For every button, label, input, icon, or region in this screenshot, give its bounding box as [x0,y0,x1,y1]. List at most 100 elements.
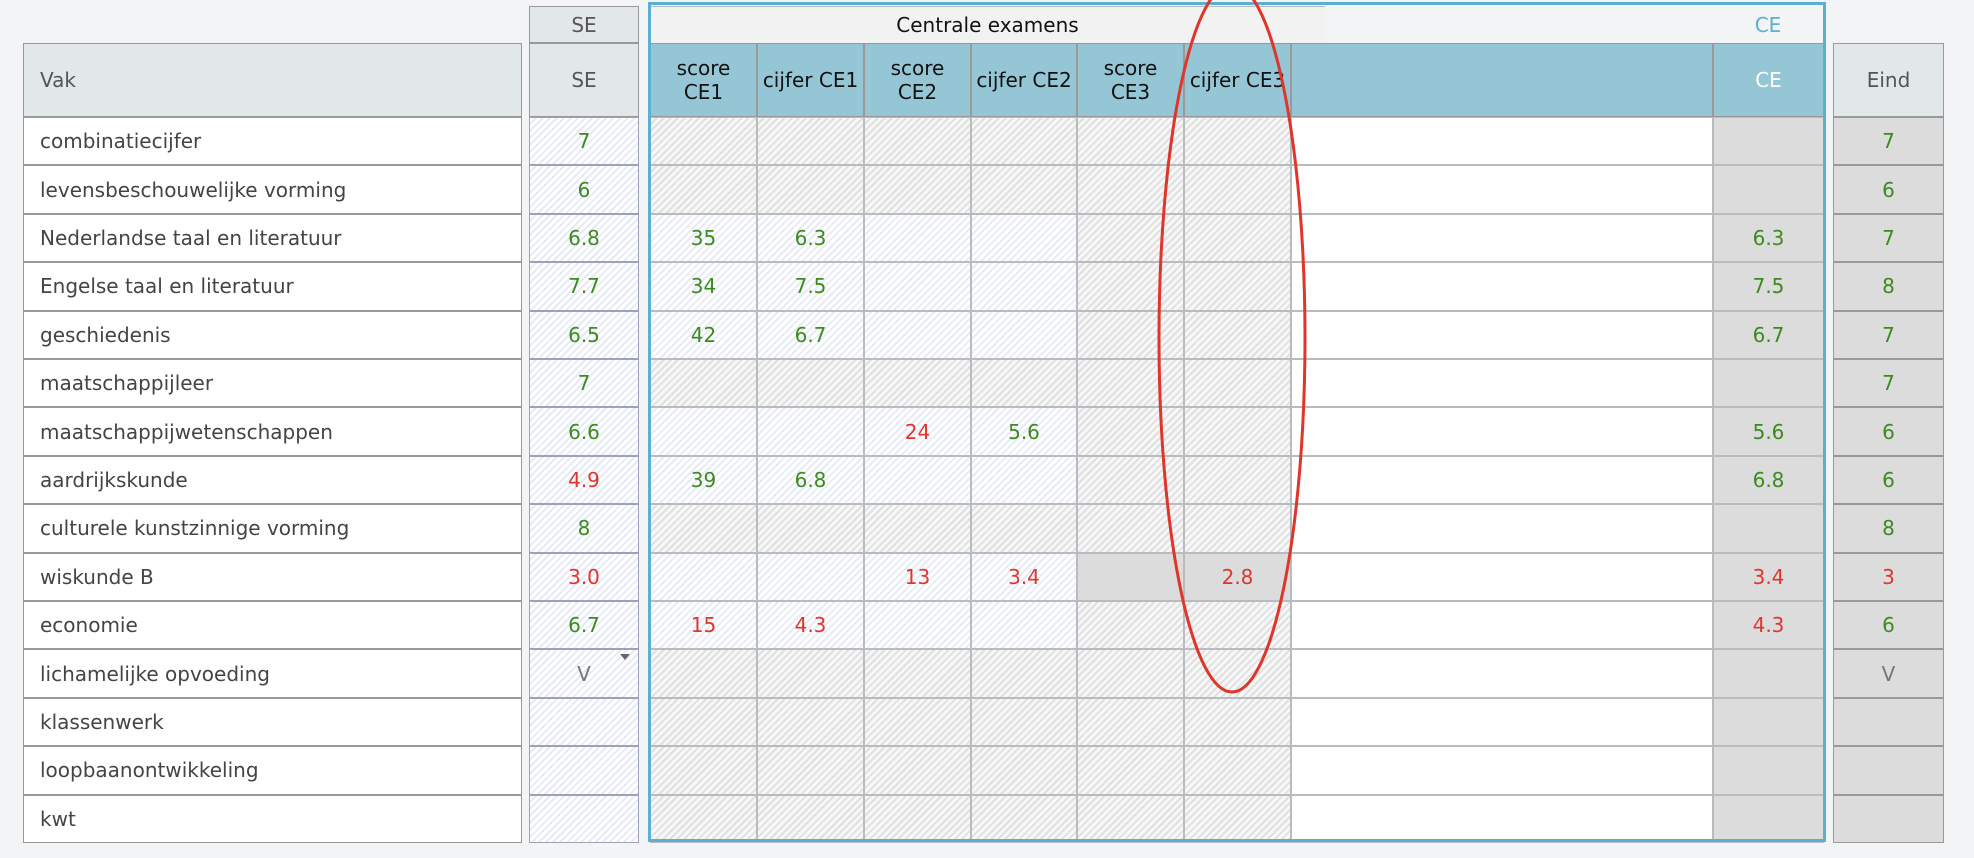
score-ce1-cell[interactable]: 39 [650,455,757,505]
centrale-examens-header: Centrale examens [650,6,1325,43]
se-header[interactable]: SE [529,43,639,117]
cijfer-ce2-header[interactable]: cijfer CE2 [971,43,1077,117]
ce-result-cell [1713,649,1824,698]
se-grade-cell[interactable]: 7 [529,359,639,408]
score-ce1-cell[interactable] [650,552,757,601]
eind-grade-cell: 8 [1833,504,1944,553]
score-ce1-cell[interactable]: 42 [650,310,757,359]
cijfer-ce3-cell [1184,262,1291,311]
blank-cell [1291,552,1713,601]
cijfer-ce1-cell [757,504,864,553]
cijfer-ce3-cell [1184,310,1291,359]
cijfer-ce1-cell[interactable] [757,407,864,456]
ce-result-cell: 3.4 [1713,552,1824,601]
score-ce2-cell [864,697,971,747]
se-grade-cell[interactable]: V [529,649,639,698]
se-grade-cell[interactable]: 6.6 [529,407,639,456]
eind-header[interactable]: Eind [1833,43,1944,117]
score-ce2-cell[interactable] [864,310,971,359]
score-ce3-cell [1077,649,1184,698]
cijfer-ce1-cell [757,117,864,166]
se-grade-cell[interactable]: 4.9 [529,455,639,505]
score-ce2-cell [864,359,971,408]
se-grade-cell[interactable]: 6.8 [529,213,639,263]
score-ce2-cell [864,746,971,795]
cijfer-ce1-cell[interactable]: 6.3 [757,213,864,263]
cijfer-ce3-cell[interactable]: 2.8 [1184,552,1291,601]
score-ce1-cell[interactable]: 34 [650,262,757,311]
vak-cell: lichamelijke opvoeding [23,649,522,698]
eind-grade-cell: 8 [1833,262,1944,311]
se-grade-cell[interactable] [529,697,639,747]
score-ce2-cell [864,504,971,553]
score-ce2-cell[interactable]: 13 [864,552,971,601]
score-ce1-header[interactable]: score CE1 [650,43,757,117]
score-ce1-cell[interactable] [650,407,757,456]
vak-cell: wiskunde B [23,552,522,601]
cijfer-ce2-cell[interactable] [971,601,1077,650]
score-ce3-cell [1077,262,1184,311]
score-ce3-cell [1077,407,1184,456]
cijfer-ce2-cell[interactable] [971,213,1077,263]
eind-grade-cell: 6 [1833,455,1944,505]
score-ce2-cell[interactable] [864,262,971,311]
score-ce3-cell [1077,697,1184,747]
cijfer-ce2-cell [971,117,1077,166]
eind-grade-cell: 7 [1833,213,1944,263]
eind-grade-cell: 3 [1833,552,1944,601]
se-grade-cell[interactable]: 6 [529,165,639,214]
se-grade-cell[interactable]: 7.7 [529,262,639,311]
score-ce2-cell[interactable]: 24 [864,407,971,456]
cijfer-ce3-cell [1184,746,1291,795]
cijfer-ce2-cell[interactable] [971,262,1077,311]
se-grade-cell[interactable]: 6.5 [529,310,639,359]
cijfer-ce3-cell [1184,213,1291,263]
cijfer-ce3-cell [1184,697,1291,747]
se-grade-cell[interactable]: 7 [529,117,639,166]
cijfer-ce2-cell[interactable] [971,455,1077,505]
score-ce3-header[interactable]: score CE3 [1077,43,1184,117]
score-ce1-cell[interactable]: 15 [650,601,757,650]
cijfer-ce1-cell[interactable]: 4.3 [757,601,864,650]
blank-cell [1291,794,1713,843]
score-ce2-cell [864,117,971,166]
score-ce1-cell[interactable]: 35 [650,213,757,263]
score-ce2-cell[interactable] [864,601,971,650]
score-ce2-cell[interactable] [864,213,971,263]
blank-cell [1291,262,1713,311]
se-grade-cell[interactable]: 6.7 [529,601,639,650]
cijfer-ce1-header[interactable]: cijfer CE1 [757,43,864,117]
score-ce3-cell [1077,359,1184,408]
dropdown-arrow-icon[interactable] [620,654,630,661]
se-grade-cell[interactable]: 8 [529,504,639,553]
cijfer-ce2-cell[interactable]: 5.6 [971,407,1077,456]
cijfer-ce2-cell[interactable]: 3.4 [971,552,1077,601]
se-grade-cell[interactable]: 3.0 [529,552,639,601]
cijfer-ce1-cell[interactable]: 6.8 [757,455,864,505]
cijfer-ce3-cell [1184,407,1291,456]
cijfer-ce1-cell[interactable] [757,552,864,601]
eind-grade-cell: 6 [1833,601,1944,650]
cijfer-ce2-cell[interactable] [971,310,1077,359]
blank-cell [1291,213,1713,263]
ce-result-cell [1713,746,1824,795]
cijfer-ce1-cell[interactable]: 7.5 [757,262,864,311]
cijfer-ce2-cell [971,504,1077,553]
cijfer-ce1-cell[interactable]: 6.7 [757,310,864,359]
score-ce2-header[interactable]: score CE2 [864,43,971,117]
blank-cell [1291,455,1713,505]
cijfer-ce3-header[interactable]: cijfer CE3 [1184,43,1291,117]
cijfer-ce2-cell [971,165,1077,214]
ce-result-cell: 6.3 [1713,213,1824,263]
score-ce2-cell[interactable] [864,455,971,505]
se-grade-cell[interactable] [529,746,639,795]
eind-grade-cell [1833,746,1944,795]
ce-header[interactable]: CE [1713,43,1824,117]
eind-grade-cell: 7 [1833,310,1944,359]
score-ce1-cell [650,359,757,408]
cijfer-ce2-cell [971,794,1077,843]
cijfer-ce3-cell [1184,455,1291,505]
vak-header[interactable]: Vak [23,43,522,117]
se-grade-cell[interactable] [529,794,639,843]
score-ce3-cell[interactable] [1077,552,1184,601]
